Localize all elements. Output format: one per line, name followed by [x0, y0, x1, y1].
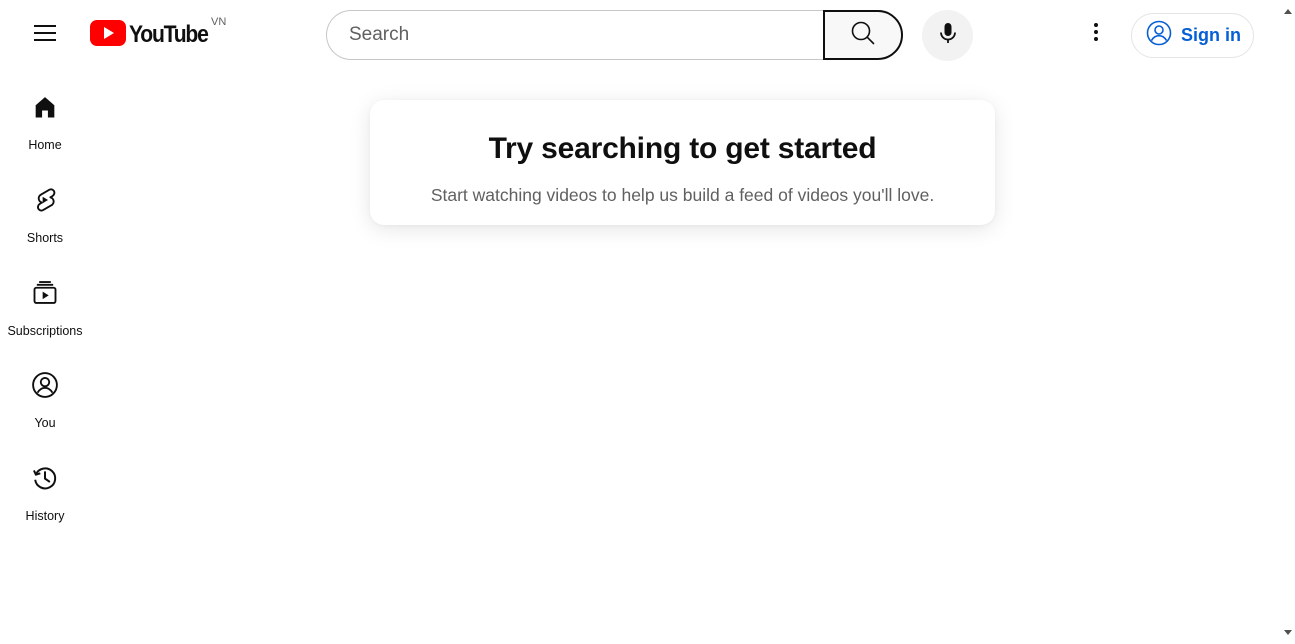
- more-vertical-icon: [1084, 20, 1108, 49]
- settings-more-button[interactable]: [1074, 12, 1118, 56]
- sidebar-item-label: You: [34, 416, 56, 430]
- sidebar-item-home[interactable]: Home: [0, 92, 90, 172]
- history-icon: [30, 463, 60, 493]
- scroll-up-arrow-icon[interactable]: [1280, 4, 1295, 19]
- logo-text: YouTube: [129, 21, 209, 48]
- prompt-subtitle: Start watching videos to help us build a…: [430, 185, 935, 205]
- masthead: YouTube VN Search Sign in: [0, 0, 1280, 70]
- you-icon: [30, 370, 60, 400]
- youtube-logo[interactable]: YouTube: [90, 19, 218, 51]
- voice-search-button[interactable]: [922, 10, 973, 61]
- sidebar-item-label: Shorts: [26, 231, 64, 245]
- hamburger-menu-icon: [33, 21, 57, 50]
- subscriptions-icon: [30, 278, 60, 308]
- sign-in-button[interactable]: Sign in: [1131, 13, 1254, 58]
- scroll-down-arrow-icon[interactable]: [1280, 625, 1295, 640]
- sidebar-item-label: History: [25, 509, 65, 523]
- shorts-icon: [30, 185, 60, 215]
- account-circle-icon: [1146, 20, 1172, 51]
- empty-feed-prompt-card: Try searching to get started Start watch…: [370, 100, 995, 225]
- microphone-icon: [936, 21, 960, 50]
- sidebar-item-you[interactable]: You: [0, 370, 90, 450]
- search-box: [326, 10, 824, 60]
- sidebar-item-shorts[interactable]: Shorts: [0, 185, 90, 265]
- sidebar-item-history[interactable]: History: [0, 463, 90, 543]
- page-scrollbar[interactable]: [1280, 0, 1295, 644]
- sidebar-item-label: Subscriptions: [7, 324, 83, 338]
- search-input[interactable]: [347, 23, 824, 47]
- search-button[interactable]: [823, 10, 903, 60]
- sidebar-item-subscriptions[interactable]: Subscriptions: [0, 278, 90, 358]
- guide-menu-button[interactable]: [21, 11, 69, 59]
- prompt-title: Try searching to get started: [488, 132, 877, 165]
- youtube-play-icon: [90, 19, 126, 51]
- home-icon: [30, 92, 60, 122]
- sidebar-item-label: Home: [28, 138, 62, 152]
- country-code: VN: [211, 16, 227, 28]
- search-icon: [850, 20, 876, 51]
- sign-in-label: Sign in: [1181, 25, 1241, 45]
